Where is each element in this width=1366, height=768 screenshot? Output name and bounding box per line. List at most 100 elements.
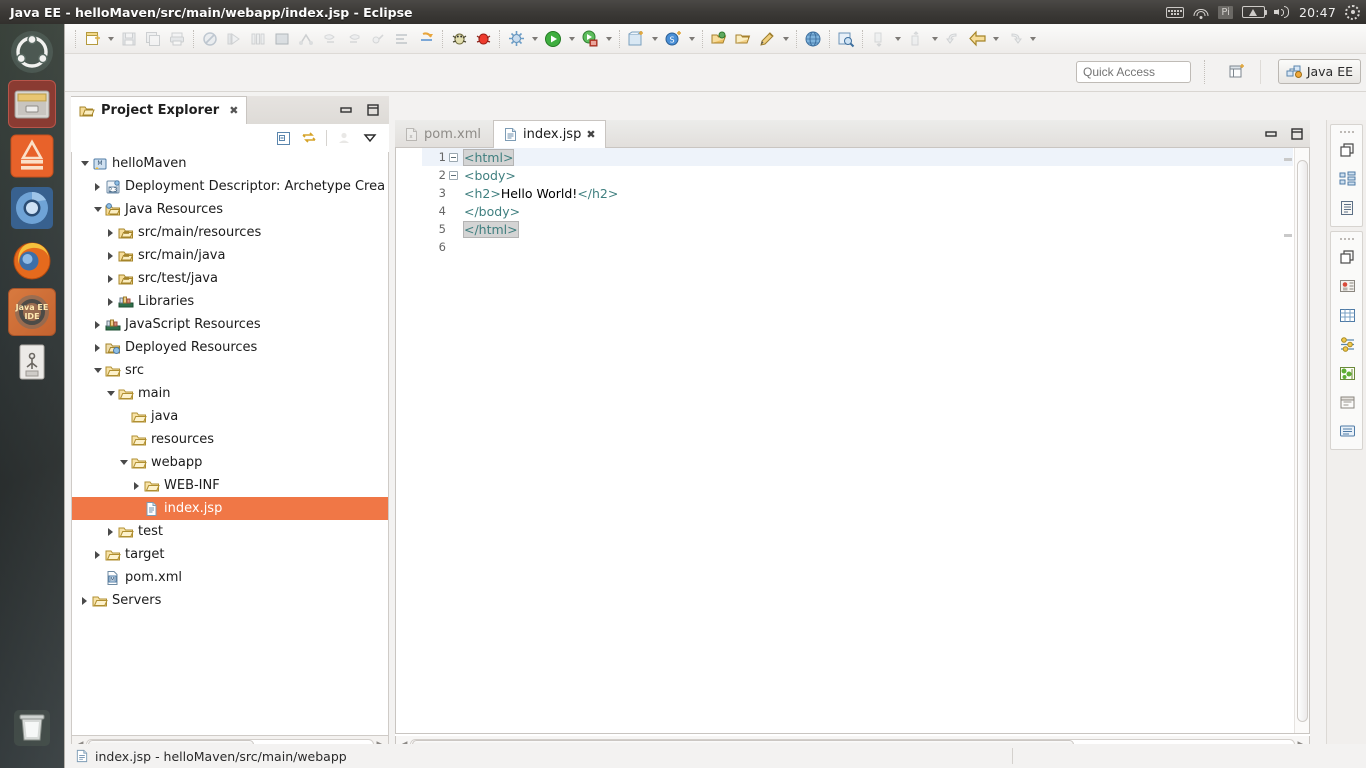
- back-dropdown[interactable]: [989, 27, 1002, 51]
- launcher-item-amazon[interactable]: [8, 132, 56, 180]
- launcher-item-chromium[interactable]: [8, 184, 56, 232]
- next-edit-dropdown[interactable]: [891, 27, 904, 51]
- code-line[interactable]: 6: [422, 238, 1293, 256]
- chevron-right-icon[interactable]: [104, 290, 117, 313]
- chevron-right-icon[interactable]: [104, 221, 117, 244]
- overview-mark[interactable]: [1284, 234, 1292, 237]
- overview-ruler[interactable]: [1283, 148, 1293, 733]
- vscroll-thumb[interactable]: [1297, 160, 1308, 722]
- session-bean-dropdown[interactable]: [685, 27, 698, 51]
- chevron-right-icon[interactable]: [78, 589, 91, 612]
- run-on-server-button[interactable]: [578, 27, 602, 51]
- tab-pom-xml[interactable]: x pom.xml: [395, 120, 490, 148]
- maximize-icon[interactable]: [1290, 127, 1304, 141]
- run-dropdown[interactable]: [565, 27, 578, 51]
- tree-item-src-main-resources[interactable]: src/main/resources: [72, 221, 388, 244]
- volume-icon[interactable]: [1273, 6, 1290, 19]
- code-line[interactable]: 1 <html>: [422, 148, 1293, 166]
- collapse-all-button[interactable]: [272, 127, 294, 149]
- debug-perspective-button[interactable]: [504, 27, 528, 51]
- tree-item-servers[interactable]: Servers: [72, 589, 388, 612]
- code-line[interactable]: 5 </html>: [422, 220, 1293, 238]
- tree-item-webapp[interactable]: webapp: [72, 451, 388, 474]
- pi-indicator[interactable]: Pi: [1218, 5, 1233, 19]
- overview-mark[interactable]: [1284, 158, 1292, 161]
- tree-item-resources[interactable]: resources: [72, 428, 388, 451]
- tree-item-src-main-java[interactable]: src/main/java: [72, 244, 388, 267]
- quick-access-input[interactable]: [1076, 61, 1191, 83]
- open-type-button[interactable]: [707, 27, 731, 51]
- tree-item-test[interactable]: test: [72, 520, 388, 543]
- tree-item-hellomaven[interactable]: MhelloMaven: [72, 152, 388, 175]
- minimize-icon[interactable]: [1264, 127, 1278, 141]
- code-line[interactable]: 2 <body>: [422, 166, 1293, 184]
- tree-item-java[interactable]: java: [72, 405, 388, 428]
- search-button[interactable]: [834, 27, 858, 51]
- editor-vscrollbar[interactable]: [1294, 148, 1309, 733]
- wifi-icon[interactable]: [1193, 6, 1209, 19]
- tree-item-libraries[interactable]: Libraries: [72, 290, 388, 313]
- outline-view-icon[interactable]: [1331, 165, 1363, 193]
- chevron-right-icon[interactable]: [91, 175, 104, 198]
- launcher-item-java-ee-ide[interactable]: Java EE IDE: [8, 288, 56, 336]
- drag-grip[interactable]: [1331, 128, 1362, 135]
- gear-icon[interactable]: [1345, 4, 1360, 20]
- chevron-right-icon[interactable]: [130, 474, 143, 497]
- link-with-editor-button[interactable]: [298, 127, 320, 149]
- chevron-right-icon[interactable]: [91, 543, 104, 566]
- restore-skipped-button[interactable]: [414, 27, 438, 51]
- tree-item-target[interactable]: target: [72, 543, 388, 566]
- keyboard-icon[interactable]: [1166, 6, 1185, 18]
- view-menu-button[interactable]: [359, 127, 381, 149]
- debug-as-button[interactable]: [471, 27, 495, 51]
- open-web-browser-button[interactable]: [801, 27, 825, 51]
- fold-collapse-icon[interactable]: [446, 170, 460, 180]
- console-view-icon[interactable]: [1331, 417, 1363, 445]
- chevron-down-icon[interactable]: [104, 382, 117, 405]
- new-session-bean-button[interactable]: S: [661, 27, 685, 51]
- tree-item-main[interactable]: main: [72, 382, 388, 405]
- tree-item-deployed-resources[interactable]: Deployed Resources: [72, 336, 388, 359]
- launcher-item-firefox[interactable]: [8, 236, 56, 284]
- fold-collapse-icon[interactable]: [446, 152, 460, 162]
- close-icon[interactable]: ✖: [586, 128, 595, 141]
- battery-icon[interactable]: [1241, 6, 1268, 18]
- tree-item-java-resources[interactable]: Java Resources: [72, 198, 388, 221]
- launcher-item-ubuntu-dash[interactable]: [8, 28, 56, 76]
- tree-item-src[interactable]: src: [72, 359, 388, 382]
- tab-index-jsp[interactable]: index.jsp ✖: [493, 120, 606, 148]
- tree-item-src-test-java[interactable]: src/test/java: [72, 267, 388, 290]
- open-task-button[interactable]: [731, 27, 755, 51]
- maximize-icon[interactable]: [366, 103, 380, 117]
- data-source-explorer-icon[interactable]: [1331, 301, 1363, 329]
- new-wizard-dropdown[interactable]: [104, 27, 117, 51]
- clock[interactable]: 20:47: [1299, 5, 1336, 20]
- debug-jsp-button[interactable]: [447, 27, 471, 51]
- properties-view-icon[interactable]: [1331, 330, 1363, 358]
- code-line[interactable]: 3 <h2>Hello World!</h2>: [422, 184, 1293, 202]
- launcher-item-usb-drive[interactable]: [8, 340, 56, 388]
- debug-dropdown[interactable]: [528, 27, 541, 51]
- minimize-icon[interactable]: [339, 103, 353, 117]
- chevron-down-icon[interactable]: [91, 198, 104, 221]
- new-annotation-button[interactable]: [755, 27, 779, 51]
- tree-item-javascript-resources[interactable]: JavaScript Resources: [72, 313, 388, 336]
- project-explorer-tree[interactable]: MhelloMaven 2.3 Deployment Descriptor: Arc…: [71, 152, 389, 736]
- chevron-right-icon[interactable]: [104, 520, 117, 543]
- code-line[interactable]: 4 </body>: [422, 202, 1293, 220]
- tree-item-deployment-descriptor-archetype-crea[interactable]: 2.3 Deployment Descriptor: Archetype Crea: [72, 175, 388, 198]
- ejb-dropdown[interactable]: [648, 27, 661, 51]
- chevron-right-icon[interactable]: [91, 313, 104, 336]
- tree-item-index-jsp[interactable]: index.jsp: [72, 497, 388, 520]
- perspective-java-ee-button[interactable]: Java EE: [1277, 59, 1361, 84]
- markers-view-icon[interactable]: [1331, 359, 1363, 387]
- tab-project-explorer[interactable]: Project Explorer ✖: [71, 96, 248, 124]
- run-server-dropdown[interactable]: [602, 27, 615, 51]
- new-ejb-project-button[interactable]: [624, 27, 648, 51]
- prev-edit-dropdown[interactable]: [928, 27, 941, 51]
- snippets-view-icon[interactable]: [1331, 194, 1363, 222]
- restore-icon[interactable]: [1331, 243, 1363, 271]
- problems-view-icon[interactable]: [1331, 388, 1363, 416]
- tree-item-pom-xml[interactable]: Mpom.xml: [72, 566, 388, 589]
- tree-item-web-inf[interactable]: WEB-INF: [72, 474, 388, 497]
